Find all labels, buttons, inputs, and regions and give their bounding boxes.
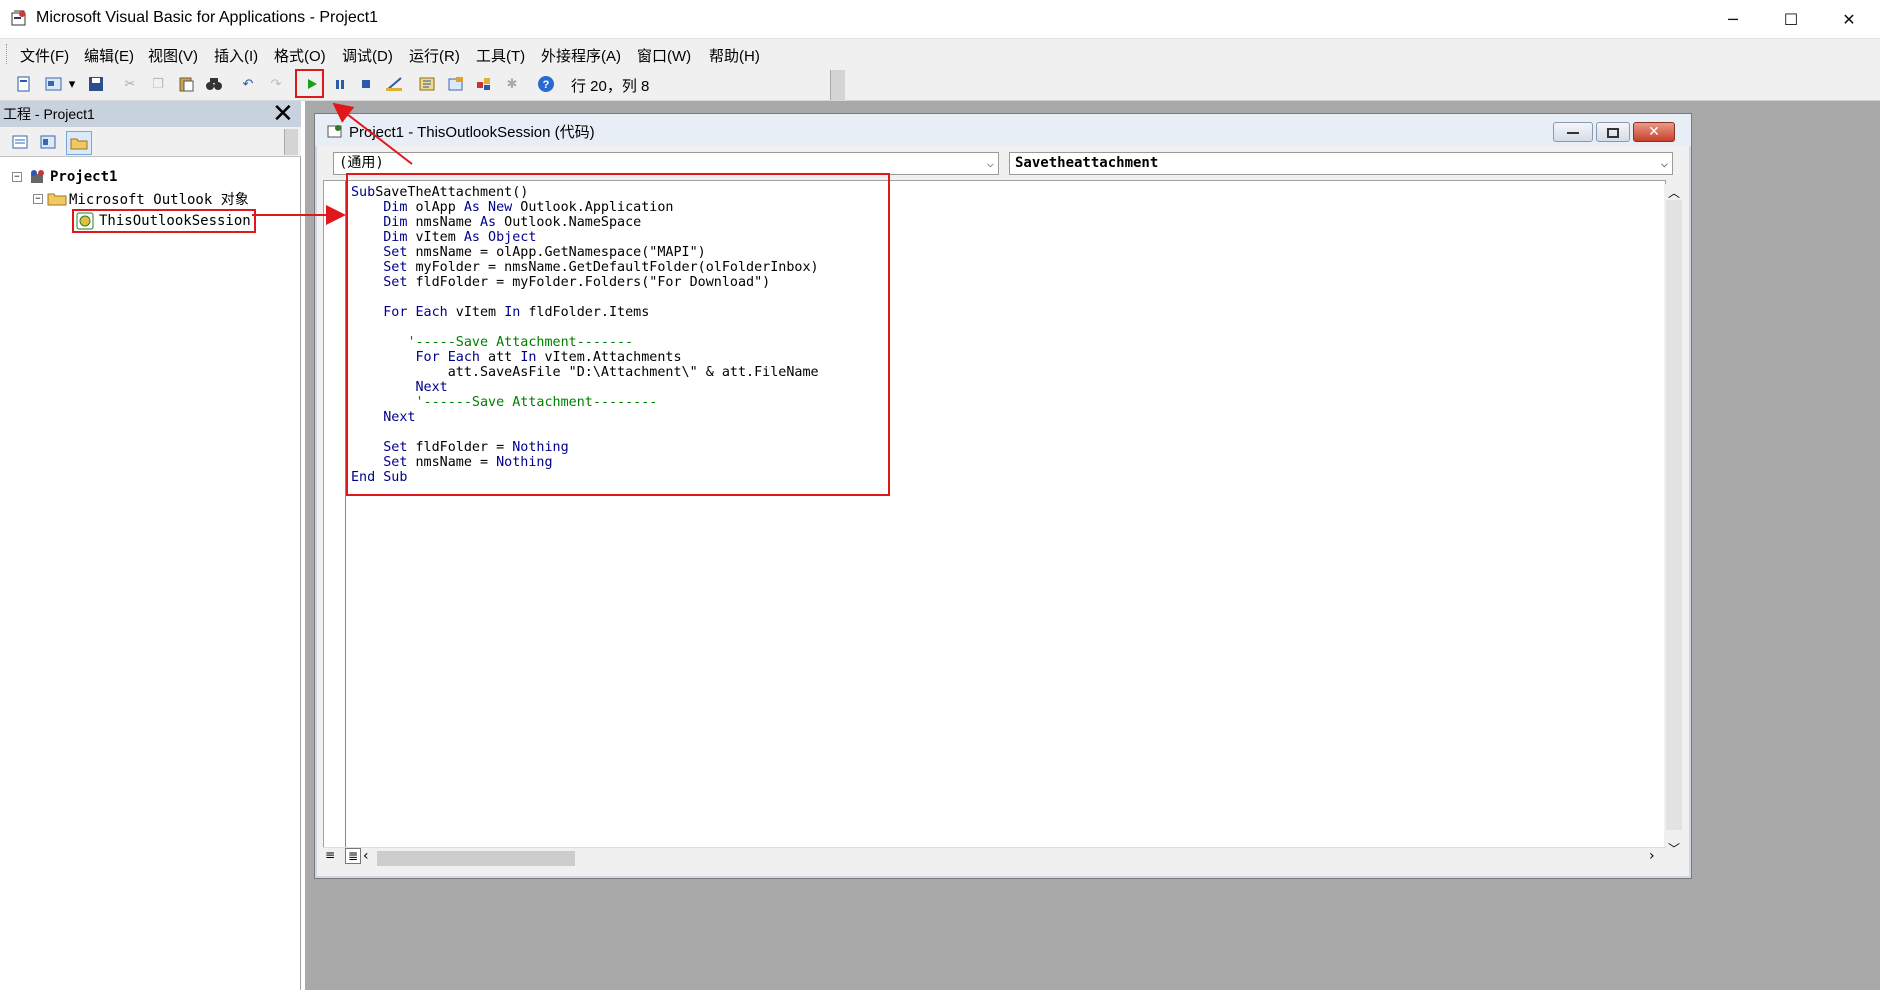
view-code-icon[interactable] xyxy=(8,131,32,153)
project-explorer-header: 工程 - Project1 ✕ xyxy=(0,99,301,129)
project-icon xyxy=(31,170,44,183)
toolbar-options[interactable] xyxy=(830,70,845,100)
scrollbar-thumb[interactable] xyxy=(377,851,575,866)
procedure-dropdown[interactable]: Savetheattachment ⌵ xyxy=(1009,152,1673,175)
toggle-folders-icon[interactable] xyxy=(66,131,92,155)
toolbar-band xyxy=(847,68,1880,101)
properties-window-icon[interactable] xyxy=(446,74,466,94)
tree-node-folder[interactable]: − Microsoft Outlook 对象 xyxy=(33,189,249,209)
design-mode-icon[interactable] xyxy=(384,74,404,94)
view-object-icon[interactable] xyxy=(36,131,60,153)
close-icon[interactable]: ✕ xyxy=(272,99,294,129)
menu-bar: 文件(F) 编辑(E) 视图(V) 插入(I) 格式(O) 调试(D) 运行(R… xyxy=(0,38,1880,68)
minimize-button[interactable] xyxy=(1553,122,1593,142)
scroll-right-icon[interactable]: › xyxy=(1649,848,1655,864)
code-highlight-box xyxy=(346,173,890,496)
tree-label-project: Project1 xyxy=(50,169,118,185)
object-dropdown[interactable]: (通用) ⌵ xyxy=(333,152,999,175)
folder-icon xyxy=(47,193,67,206)
insert-userform-icon[interactable] xyxy=(44,74,64,94)
restore-button[interactable] xyxy=(1596,122,1630,142)
toolbox-icon[interactable]: ✱ xyxy=(502,74,522,94)
minimize-icon xyxy=(1567,132,1579,134)
menu-insert[interactable]: 插入(I) xyxy=(214,45,258,66)
close-icon: ✕ xyxy=(1648,124,1660,140)
toolbar-options[interactable] xyxy=(284,129,298,155)
project-explorer-icon[interactable] xyxy=(418,74,438,94)
break-icon[interactable] xyxy=(330,74,350,94)
close-icon: ✕ xyxy=(1842,9,1856,29)
scroll-down-icon[interactable]: ﹀ xyxy=(1668,840,1680,857)
undo-icon[interactable]: ↶ xyxy=(238,74,258,94)
menu-grip xyxy=(6,44,9,64)
svg-text:?: ? xyxy=(543,79,550,91)
menu-debug[interactable]: 调试(D) xyxy=(342,45,393,66)
window-title: Microsoft Visual Basic for Applications … xyxy=(36,9,379,26)
project-explorer: 工程 - Project1 ✕ − Project1 − Microsoft O… xyxy=(0,99,301,990)
collapse-icon[interactable]: − xyxy=(12,172,22,182)
module-icon xyxy=(327,125,342,138)
menu-file[interactable]: 文件(F) xyxy=(20,45,69,66)
save-icon[interactable] xyxy=(86,74,106,94)
cut-icon[interactable]: ✂ xyxy=(120,74,140,94)
reset-icon[interactable] xyxy=(356,74,376,94)
minimize-icon: ─ xyxy=(1728,9,1738,29)
tree-label-folder: Microsoft Outlook 对象 xyxy=(69,192,249,208)
scrollbar-thumb[interactable] xyxy=(1666,200,1682,830)
object-browser-icon[interactable] xyxy=(474,74,494,94)
copy-icon[interactable]: ❐ xyxy=(148,74,168,94)
outlook-module-icon xyxy=(76,212,94,230)
maximize-button[interactable]: ☐ xyxy=(1762,0,1820,38)
full-module-view-icon[interactable]: ≣ xyxy=(345,848,362,864)
tree-node-project[interactable]: − Project1 xyxy=(12,169,117,185)
help-icon[interactable]: ? xyxy=(536,74,556,94)
menu-tools[interactable]: 工具(T) xyxy=(476,45,525,66)
standard-toolbar: ▾ ✂ ❐ ↶ ↷ ✱ ? 行 20，列 8 xyxy=(0,68,847,101)
horizontal-scrollbar[interactable]: ≡ ≣ ‹ › xyxy=(323,847,1666,867)
maximize-icon: ☐ xyxy=(1783,9,1799,29)
cursor-position: 行 20，列 8 xyxy=(571,78,650,95)
menu-help[interactable]: 帮助(H) xyxy=(709,45,760,66)
menu-view[interactable]: 视图(V) xyxy=(148,45,198,66)
scroll-left-icon[interactable]: ‹ xyxy=(363,848,369,864)
vba-app-icon xyxy=(11,10,26,26)
procedure-view-icon[interactable]: ≡ xyxy=(325,848,335,862)
menu-addins[interactable]: 外接程序(A) xyxy=(541,45,621,66)
redo-icon[interactable]: ↷ xyxy=(266,74,286,94)
menu-edit[interactable]: 编辑(E) xyxy=(84,45,134,66)
vertical-scrollbar[interactable]: ︿ ﹀ xyxy=(1664,184,1684,862)
code-window-titlebar: Project1 - ThisOutlookSession (代码) ✕ xyxy=(315,114,1691,146)
run-highlight-box xyxy=(295,69,324,98)
chevron-down-icon: ⌵ xyxy=(1660,156,1668,170)
minimize-button[interactable]: ─ xyxy=(1704,0,1762,38)
close-button[interactable]: ✕ xyxy=(1633,122,1675,142)
find-icon[interactable] xyxy=(204,74,224,94)
menu-format[interactable]: 格式(O) xyxy=(274,45,326,66)
menu-run[interactable]: 运行(R) xyxy=(409,45,460,66)
title-bar: Microsoft Visual Basic for Applications … xyxy=(0,0,1880,38)
chevron-down-icon[interactable]: ▾ xyxy=(66,74,78,94)
paste-icon[interactable] xyxy=(176,74,196,94)
chevron-down-icon: ⌵ xyxy=(986,156,994,170)
view-excel-icon[interactable] xyxy=(14,74,34,94)
collapse-icon[interactable]: − xyxy=(33,194,43,204)
tree-label-thisoutlooksession: ThisOutlookSession xyxy=(99,213,251,229)
procedure-dropdown-value: Savetheattachment xyxy=(1015,155,1159,171)
code-window-title: Project1 - ThisOutlookSession (代码) xyxy=(349,124,595,141)
restore-icon xyxy=(1607,128,1619,138)
menu-window[interactable]: 窗口(W) xyxy=(637,45,691,66)
tree-node-thisoutlooksession[interactable]: ThisOutlookSession xyxy=(72,209,256,233)
close-button[interactable]: ✕ xyxy=(1820,0,1878,38)
project-explorer-title: 工程 - Project1 xyxy=(3,106,95,122)
project-explorer-toolbar xyxy=(0,127,301,157)
object-dropdown-value: (通用) xyxy=(339,155,384,171)
margin-indicator-bar[interactable] xyxy=(324,181,346,867)
scroll-up-icon[interactable]: ︿ xyxy=(1668,184,1680,201)
